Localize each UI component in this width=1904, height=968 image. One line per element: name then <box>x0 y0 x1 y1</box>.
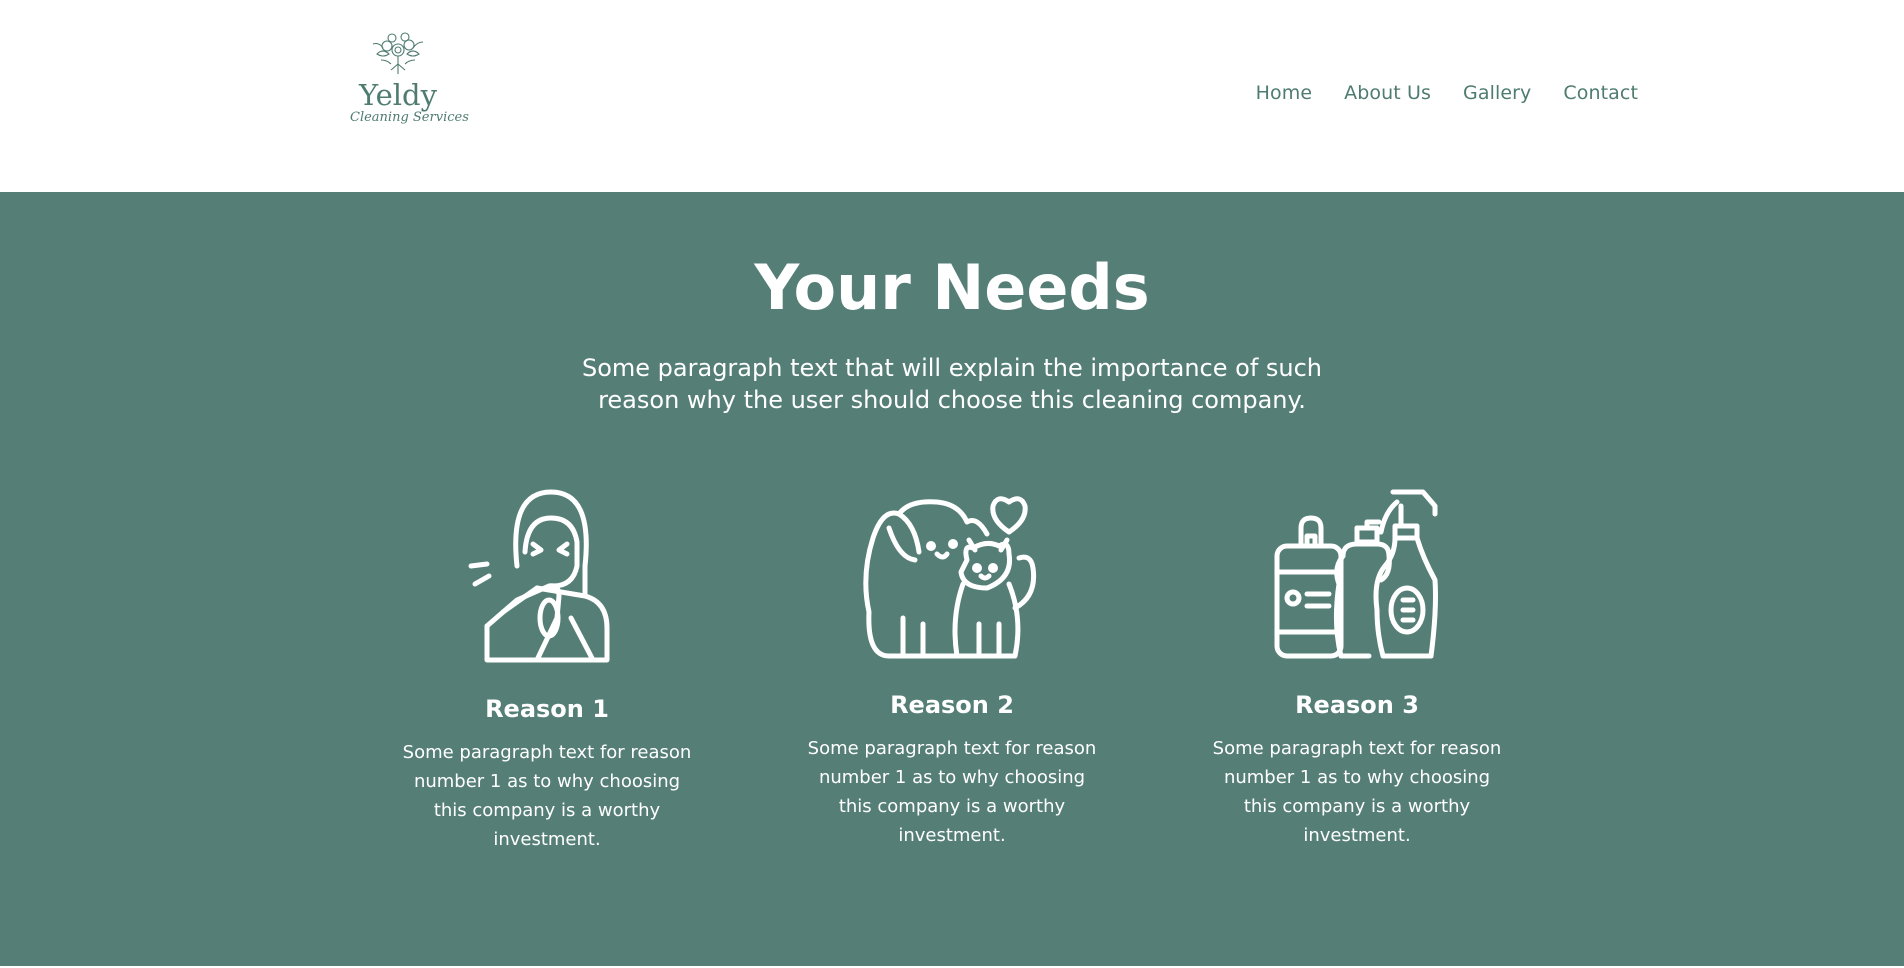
reason-title: Reason 2 <box>890 691 1014 719</box>
sneezing-person-icon <box>467 488 627 668</box>
reason-card: Reason 2 Some paragraph text for reason … <box>792 488 1112 850</box>
reason-card: Reason 1 Some paragraph text for reason … <box>387 488 707 854</box>
logo-name: Yeldy <box>358 78 437 112</box>
logo[interactable]: Yeldy Cleaning Services <box>350 30 469 138</box>
site-header: Yeldy Cleaning Services Home About Us Ga… <box>0 0 1904 192</box>
nav-about-us-link[interactable]: About Us <box>1344 82 1431 104</box>
floral-bouquet-icon <box>350 30 446 78</box>
nav-home-link[interactable]: Home <box>1256 82 1313 104</box>
nav-gallery-link[interactable]: Gallery <box>1463 82 1531 104</box>
section-intro: Some paragraph text that will explain th… <box>581 354 1323 414</box>
nav-contact-link[interactable]: Contact <box>1563 82 1638 104</box>
reason-title: Reason 3 <box>1295 691 1419 719</box>
logo-tagline: Cleaning Services <box>350 110 469 125</box>
reason-text: Some paragraph text for reason number 1 … <box>807 738 1097 846</box>
main-nav: Home About Us Gallery Contact <box>1256 82 1638 104</box>
pets-dog-cat-icon <box>859 488 1045 664</box>
reason-text: Some paragraph text for reason number 1 … <box>402 742 692 850</box>
section-title: Your Needs <box>754 251 1150 324</box>
reason-card: Reason 3 Some paragraph text for reason … <box>1197 488 1517 850</box>
reason-text: Some paragraph text for reason number 1 … <box>1212 738 1502 846</box>
needs-section: Your Needs Some paragraph text that will… <box>0 192 1904 968</box>
reason-title: Reason 1 <box>485 695 609 723</box>
cleaning-products-icon <box>1273 484 1441 664</box>
